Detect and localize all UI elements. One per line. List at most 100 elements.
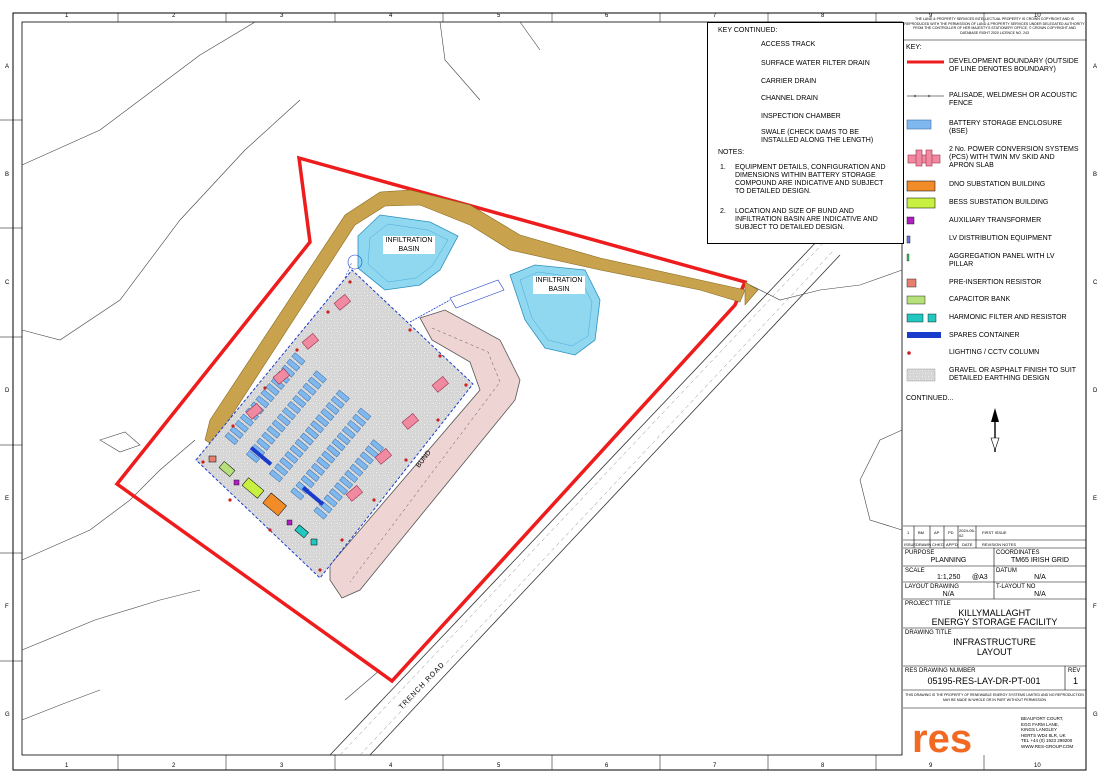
grid-col-6: 6: [605, 13, 609, 19]
basin-2-label-line-2: BASIN: [548, 286, 570, 293]
key-heading: KEY:: [906, 44, 922, 51]
grid-row-f-right: F: [1093, 604, 1097, 610]
aggregation-panel-swatch: [906, 253, 910, 262]
t-layout-label: T-LAYOUT NO: [996, 584, 1036, 590]
grid-row-d: D: [5, 388, 10, 394]
basin-2-label: INFILTRATION BASIN: [533, 276, 585, 294]
address-line-6: WWW.RES-GROUP.COM: [1021, 743, 1074, 749]
rev-header-issue: ISSUE: [904, 542, 917, 547]
grid-col-4-bottom: 4: [389, 763, 393, 769]
project-title-line-2: ENERGY STORAGE FACILITY: [931, 617, 1058, 627]
project-title-label: PROJECT TITLE: [905, 601, 951, 607]
grid-col-5: 5: [497, 13, 501, 19]
key-pcs-label: 2 No. POWER CONVERSION SYSTEMS (PCS) WIT…: [949, 146, 1079, 169]
grid-col-2-bottom: 2: [172, 763, 176, 769]
key-swale-label: SWALE (CHECK DAMS TO BE INSTALLED ALONG …: [761, 129, 874, 144]
rev-header-drawn: DRAWN: [916, 542, 931, 547]
key-filter-drain-label: SURFACE WATER FILTER DRAIN: [761, 60, 870, 67]
drawing-number: 05195-RES-LAY-DR-PT-001: [927, 676, 1041, 686]
drawing-number-label: RES DRAWING NUMBER: [905, 668, 976, 674]
fence-line: [907, 94, 944, 98]
grid-row-b: B: [5, 172, 10, 178]
key-fence-label: PALISADE, WELDMESH OR ACOUSTIC FENCE: [949, 92, 1078, 107]
grid-row-g: G: [5, 712, 10, 718]
scale-value: 1:1,250: [937, 574, 961, 581]
property-note: THIS DRAWING IS THE PROPERTY OF RENEWABL…: [905, 693, 1084, 702]
north-arrow-icon: [990, 408, 1000, 452]
rev-issue: 1: [907, 530, 910, 535]
grid-row-c-right: C: [1093, 280, 1098, 286]
res-logo-text: res: [912, 717, 972, 761]
gravel-swatch: [906, 368, 936, 382]
key-continued-panel: KEY CONTINUED: ACCESS TRACK SURFACE WATE…: [707, 22, 904, 244]
layout-drawing-value: N/A: [942, 591, 955, 598]
drawing-title-line-2: LAYOUT: [976, 647, 1013, 657]
scale-label: SCALE: [905, 568, 925, 574]
t-layout-value: N/A: [1034, 591, 1046, 598]
note-2-number: 2.: [720, 208, 726, 215]
capacitor-swatch: [906, 295, 926, 305]
rev-header-notes: REVISION NOTES: [982, 542, 1017, 547]
grid-row-d-right: D: [1093, 388, 1098, 394]
grid-col-8-bottom: 8: [821, 763, 825, 769]
address-block: BEAUFORT COURT, EGG FARM LANE, KINGS LAN…: [1021, 716, 1073, 749]
key-bse-label: BATTERY STORAGE ENCLOSURE (BSE): [949, 120, 1063, 135]
grid-col-5-bottom: 5: [497, 763, 501, 769]
grid-row-f: F: [5, 604, 9, 610]
lv-distribution-swatch: [906, 235, 911, 244]
key-channel-drain-label: CHANNEL DRAIN: [761, 95, 818, 102]
basin-1-label-line-2: BASIN: [398, 246, 420, 253]
rev-drawn: BM: [918, 530, 924, 535]
key-lv-label: LV DISTRIBUTION EQUIPMENT: [949, 235, 1052, 242]
grid-col-3-bottom: 3: [280, 763, 284, 769]
grid-col-10-bottom: 10: [1034, 763, 1041, 769]
rev-value: 1: [1072, 676, 1078, 686]
grid-col-1-bottom: 1: [65, 763, 69, 769]
key-access-track-label: ACCESS TRACK: [761, 41, 816, 48]
key-aux-label: AUXILIARY TRANSFORMER: [949, 217, 1042, 224]
layout-drawing-label: LAYOUT DRAWING: [905, 584, 959, 590]
grid-row-c: C: [5, 280, 10, 286]
grid-row-e-right: E: [1093, 496, 1098, 502]
paper-size: @A3: [972, 574, 988, 581]
dno-swatch: [906, 180, 936, 192]
resistor-swatch: [906, 278, 917, 288]
basin-1-label-line-1: INFILTRATION: [385, 237, 433, 244]
note-2-text: LOCATION AND SIZE OF BUND AND INFILTRATI…: [735, 208, 878, 231]
note-1-number: 1.: [720, 164, 726, 171]
harmonic-filter-swatch: [906, 313, 937, 323]
grid-row-b-right: B: [1093, 172, 1098, 178]
key-carrier-drain-label: CARRIER DRAIN: [761, 78, 817, 85]
grid-col-8: 8: [821, 13, 825, 19]
grid-col-3: 3: [280, 13, 284, 19]
key-dno-label: DNO SUBSTATION BUILDING: [949, 181, 1046, 188]
project-title: KILLYMALLAGHT ENERGY STORAGE FACILITY: [903, 609, 1086, 627]
grid-row-e: E: [5, 496, 10, 502]
spares-swatch: [907, 332, 941, 338]
key-boundary-label: DEVELOPMENT BOUNDARY (OUTSIDE OF LINE DE…: [949, 58, 1079, 73]
drawing-sheet: res 1 2 3 4 5 6 7 8 9 10 1 2 3 4 5 6 7 8…: [0, 0, 1105, 781]
drawing-title-line-1: INFRASTRUCTURE: [953, 637, 1036, 647]
grid-col-6-bottom: 6: [605, 763, 609, 769]
purpose-label: PURPOSE: [905, 550, 935, 556]
address-line-5: TEL +44 (0) 1923 299200: [1021, 738, 1073, 743]
key-gravel-label: GRAVEL OR ASPHALT FINISH TO SUIT DETAILE…: [949, 367, 1076, 382]
lighting-dot: [907, 351, 911, 355]
key-inspection-chamber-label: INSPECTION CHAMBER: [761, 113, 841, 120]
key-continued-heading: KEY CONTINUED:: [718, 27, 778, 34]
rev-header-approved: APP'D: [946, 542, 958, 547]
grid-row-g-right: G: [1093, 712, 1098, 718]
grid-col-9-bottom: 9: [929, 763, 933, 769]
coordinates-value: TM65 IRISH GRID: [1011, 557, 1069, 564]
grid-col-7-bottom: 7: [713, 763, 717, 769]
datum-value: N/A: [1034, 574, 1046, 581]
notes-heading: NOTES:: [718, 149, 745, 156]
key-bess-label: BESS SUBSTATION BUILDING: [949, 199, 1049, 206]
bess-swatch: [906, 197, 936, 209]
grid-row-a-right: A: [1093, 64, 1098, 70]
grid-row-a: A: [5, 64, 10, 70]
grid-col-1: 1: [65, 13, 69, 19]
basin-2-label-line-1: INFILTRATION: [535, 277, 583, 284]
rev-header-date: DATE: [962, 542, 973, 547]
rev-header-checked: CHK'D: [932, 542, 945, 547]
